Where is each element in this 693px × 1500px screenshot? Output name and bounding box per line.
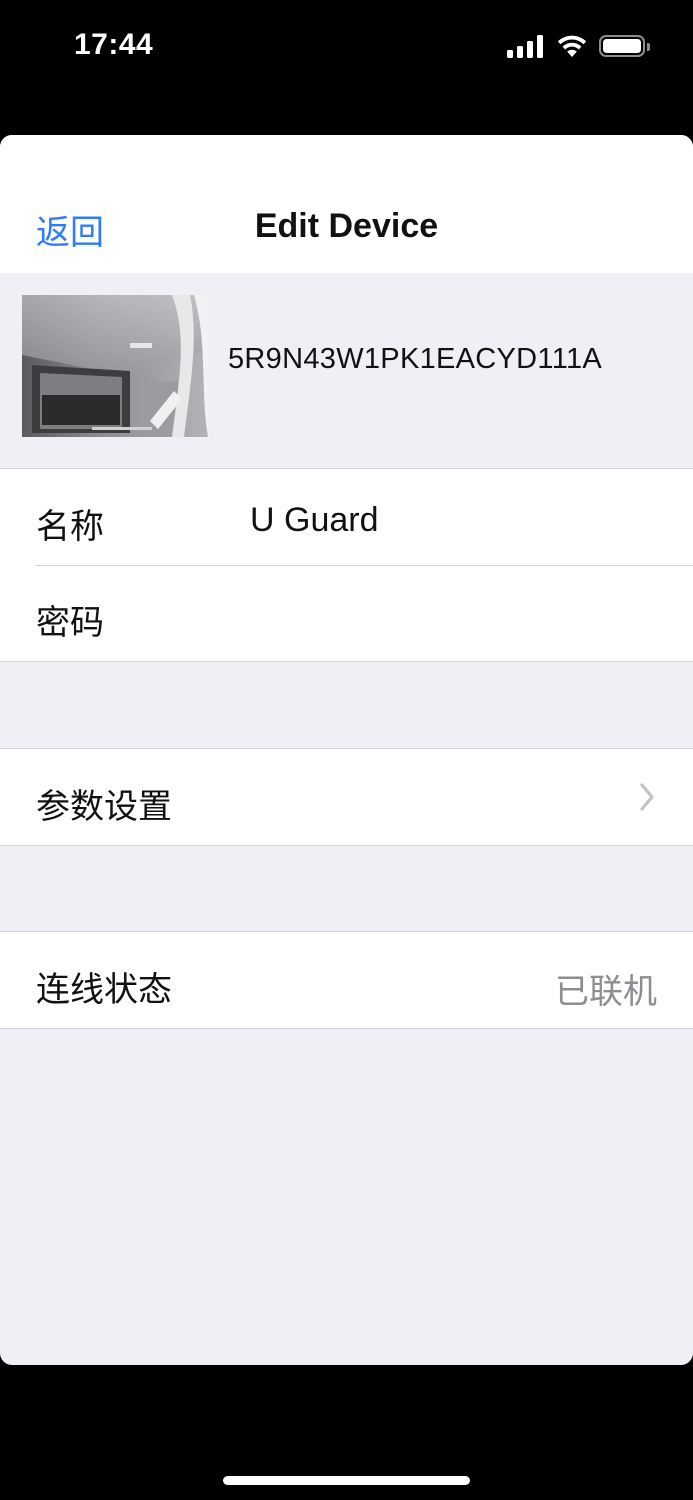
- connection-status-row: 连线状态 已联机: [0, 932, 693, 1028]
- battery-icon: [599, 35, 650, 57]
- device-info-group: 名称 U Guard 密码: [0, 468, 693, 662]
- name-row[interactable]: 名称 U Guard: [0, 469, 693, 565]
- device-snapshot-image[interactable]: [22, 295, 210, 437]
- password-label: 密码: [36, 604, 104, 642]
- connection-status-label: 连线状态: [36, 971, 172, 1009]
- name-label: 名称: [36, 508, 104, 546]
- page-title: Edit Device: [254, 207, 439, 245]
- home-indicator[interactable]: [223, 1476, 470, 1485]
- parameter-settings-label: 参数设置: [36, 788, 172, 826]
- edit-device-sheet: 返回 Edit Device 5R9N43W1PK1EACYD111A 名称 U…: [0, 135, 693, 1365]
- connection-status-value: 已联机: [555, 973, 657, 1011]
- name-field[interactable]: U Guard: [250, 501, 379, 540]
- password-row[interactable]: 密码: [0, 565, 693, 661]
- status-bar: 17:44: [0, 0, 693, 90]
- status-group: 连线状态 已联机: [0, 931, 693, 1029]
- device-header: 5R9N43W1PK1EACYD111A: [0, 273, 693, 469]
- status-icons: [507, 32, 650, 60]
- parameter-settings-row[interactable]: 参数设置: [0, 749, 693, 845]
- device-serial-number: 5R9N43W1PK1EACYD111A: [228, 343, 603, 375]
- status-time: 17:44: [74, 28, 154, 61]
- wifi-icon: [557, 35, 587, 57]
- chevron-right-icon: [640, 783, 654, 811]
- signal-icon: [507, 34, 545, 58]
- settings-group: 参数设置: [0, 748, 693, 846]
- navigation-bar: 返回 Edit Device: [0, 135, 693, 273]
